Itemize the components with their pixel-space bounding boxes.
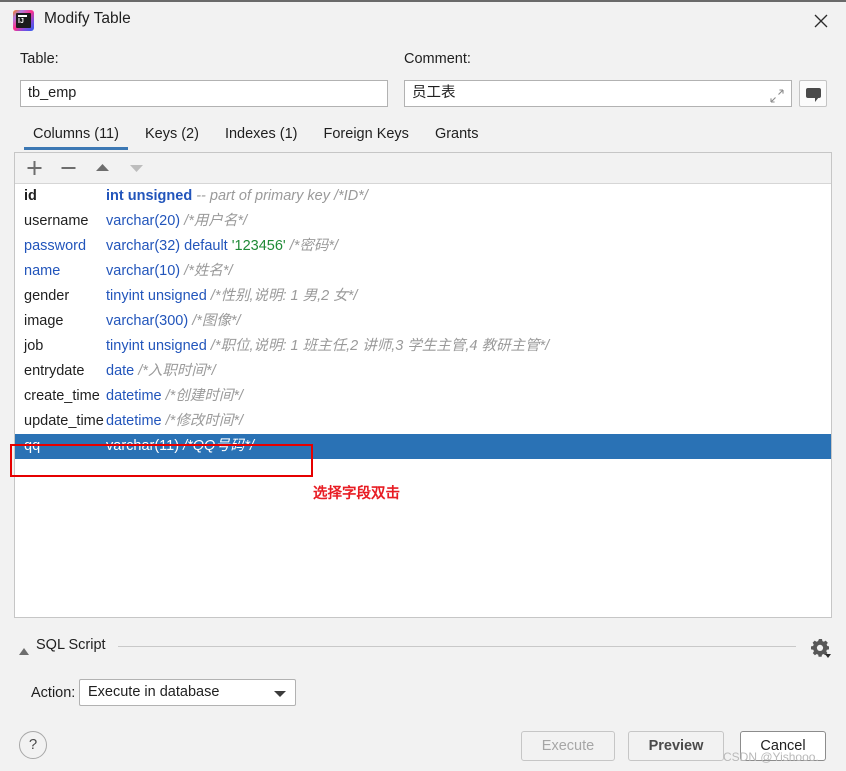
column-default: default '123456' [180, 238, 286, 254]
table-row[interactable]: entrydatedate /*入职时间*/ [15, 359, 831, 384]
modify-table-dialog: IJ Modify Table Table: tb_emp Comment: 员… [0, 0, 846, 771]
column-type: varchar(20) [106, 209, 180, 234]
column-name: id [24, 184, 106, 209]
column-note: -- part of primary key [196, 188, 330, 204]
action-label: Action: [31, 685, 75, 701]
tab-keys[interactable]: Keys (2) [132, 124, 212, 150]
column-name: gender [24, 284, 106, 309]
column-type: datetime [106, 409, 162, 434]
gear-icon[interactable] [808, 636, 832, 660]
table-row[interactable]: gendertinyint unsigned /*性别,说明: 1 男,2 女*… [15, 284, 831, 309]
action-dropdown[interactable]: Execute in database [79, 679, 296, 706]
triangle-down-icon[interactable] [121, 153, 152, 183]
table-row[interactable]: idint unsigned -- part of primary key /*… [15, 184, 831, 209]
tab-bar: Columns (11) Keys (2) Indexes (1) Foreig… [20, 124, 491, 151]
table-row[interactable]: usernamevarchar(20) /*用户名*/ [15, 209, 831, 234]
column-comment: /*创建时间*/ [166, 388, 243, 404]
table-row[interactable]: update_timedatetime /*修改时间*/ [15, 409, 831, 434]
comment-editor-button[interactable] [799, 80, 827, 107]
sql-script-section: SQL Script [14, 634, 832, 660]
plus-icon[interactable] [19, 153, 50, 183]
column-comment: /*修改时间*/ [166, 413, 243, 429]
chevron-down-icon [274, 691, 286, 697]
comment-text: 员工表 [412, 85, 456, 101]
table-row[interactable]: jobtinyint unsigned /*职位,说明: 1 班主任,2 讲师,… [15, 334, 831, 359]
tab-columns[interactable]: Columns (11) [20, 124, 132, 150]
watermark: CSDN @Yishooo. [723, 750, 819, 764]
column-type: tinyint unsigned [106, 334, 207, 359]
preview-button[interactable]: Preview [628, 731, 724, 761]
question-mark-icon[interactable]: ? [19, 731, 47, 759]
close-icon[interactable] [796, 2, 846, 39]
column-comment: /*密码*/ [290, 238, 338, 254]
speech-bubble-icon [806, 88, 821, 98]
column-name: update_time [24, 409, 106, 434]
triangle-up-icon[interactable] [18, 643, 30, 661]
annotation-note: 选择字段双击 [313, 482, 400, 503]
comment-label: Comment: [404, 51, 471, 67]
column-type: datetime [106, 384, 162, 409]
tab-foreign-keys[interactable]: Foreign Keys [311, 124, 422, 150]
sql-script-label[interactable]: SQL Script [36, 637, 106, 653]
column-comment: /*用户名*/ [184, 213, 247, 229]
intellij-idea-icon: IJ [13, 10, 34, 31]
tab-grants[interactable]: Grants [422, 124, 492, 150]
tab-indexes[interactable]: Indexes (1) [212, 124, 311, 150]
table-label: Table: [20, 51, 59, 67]
column-comment: /*QQ号码*/ [183, 438, 254, 454]
column-name: username [24, 209, 106, 234]
window-title: Modify Table [44, 10, 131, 28]
execute-button[interactable]: Execute [521, 731, 615, 761]
column-name: name [24, 259, 106, 284]
columns-toolbar [15, 153, 831, 184]
table-row[interactable]: passwordvarchar(32) default '123456' /*密… [15, 234, 831, 259]
column-name: job [24, 334, 106, 359]
column-comment: /*图像*/ [192, 313, 240, 329]
column-type: date [106, 359, 134, 384]
minus-icon[interactable] [53, 153, 84, 183]
column-name: entrydate [24, 359, 106, 384]
column-comment: /*姓名*/ [184, 263, 232, 279]
triangle-up-icon[interactable] [87, 153, 118, 183]
columns-panel: idint unsigned -- part of primary key /*… [14, 152, 832, 618]
column-type: varchar(10) [106, 259, 180, 284]
column-name: image [24, 309, 106, 334]
table-name-input[interactable]: tb_emp [20, 80, 388, 107]
column-comment: /*职位,说明: 1 班主任,2 讲师,3 学生主管,4 教研主管*/ [211, 338, 549, 354]
table-row[interactable]: create_timedatetime /*创建时间*/ [15, 384, 831, 409]
column-comment: /*入职时间*/ [138, 363, 215, 379]
title-bar: IJ Modify Table [0, 2, 846, 39]
column-name: password [24, 234, 106, 259]
columns-list[interactable]: idint unsigned -- part of primary key /*… [15, 184, 831, 617]
column-type: varchar(300) [106, 309, 188, 334]
action-selected-value: Execute in database [88, 684, 219, 700]
column-comment: /*ID*/ [334, 188, 368, 204]
column-type: tinyint unsigned [106, 284, 207, 309]
column-name: create_time [24, 384, 106, 409]
column-comment: /*性别,说明: 1 男,2 女*/ [211, 288, 358, 304]
section-divider [118, 646, 796, 647]
column-type: varchar(32) [106, 234, 180, 259]
column-type: varchar(11) [106, 434, 179, 459]
table-comment-input[interactable]: 员工表 [404, 80, 792, 107]
table-row[interactable]: qqvarchar(11) /*QQ号码*/ [15, 434, 831, 459]
column-name: qq [24, 434, 106, 459]
column-type: int unsigned [106, 184, 192, 209]
table-row[interactable]: namevarchar(10) /*姓名*/ [15, 259, 831, 284]
table-row[interactable]: imagevarchar(300) /*图像*/ [15, 309, 831, 334]
expand-arrows-icon[interactable] [770, 87, 784, 101]
